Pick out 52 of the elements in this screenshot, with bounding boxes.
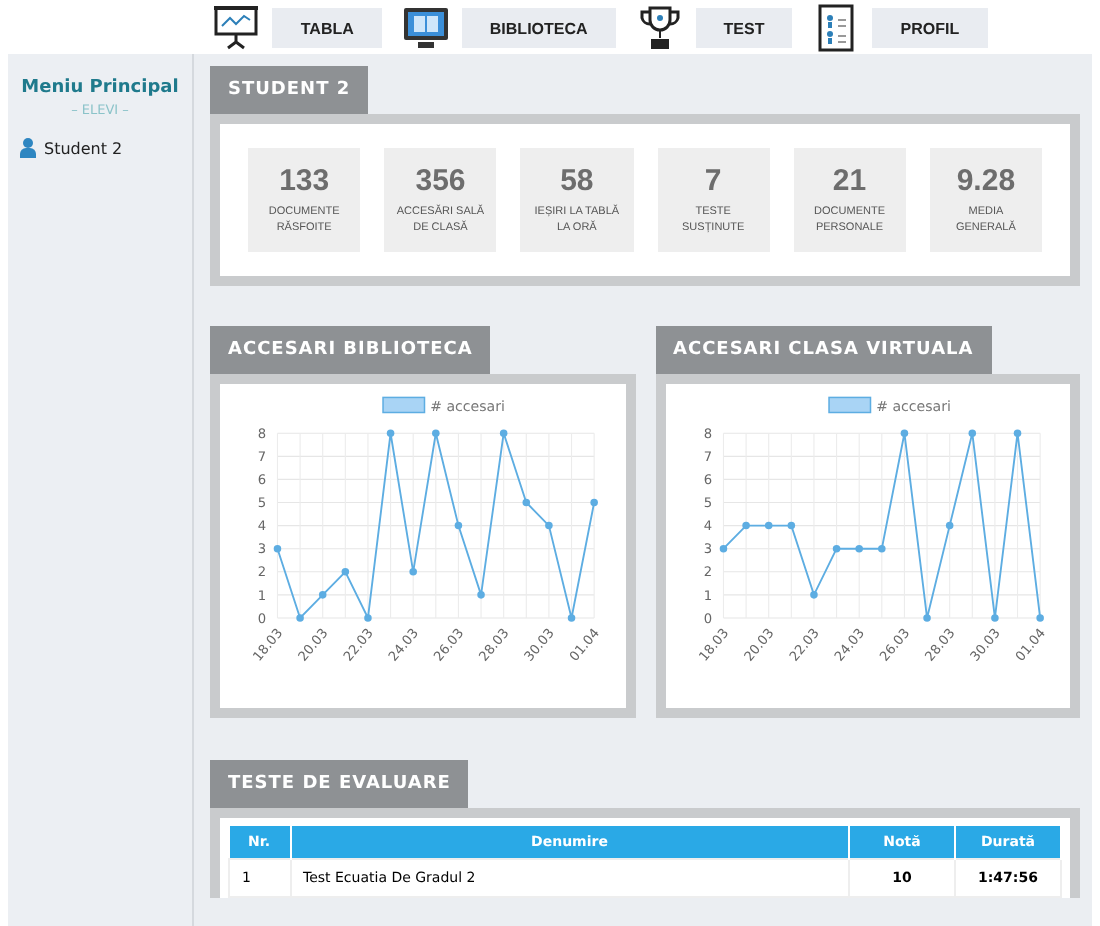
- data-point: [454, 521, 463, 530]
- data-point: [809, 591, 817, 599]
- data-point: [341, 568, 350, 576]
- data-point: [318, 591, 327, 599]
- nav-button[interactable]: TEST: [695, 7, 793, 47]
- stat-value: 9.28: [954, 164, 1018, 198]
- user-icon: [20, 138, 36, 158]
- data-point: [1012, 429, 1021, 437]
- nav-button[interactable]: BIBLIOTECA: [461, 7, 616, 47]
- stat-value: 21: [830, 164, 869, 198]
- data-point: [477, 591, 485, 599]
- data-point: [386, 429, 395, 437]
- data-point: [364, 614, 372, 622]
- legend-swatch: [827, 396, 871, 414]
- section-title: STUDENT 2: [210, 66, 369, 114]
- data-point: [786, 521, 795, 530]
- section-title: ACCESARI BIBLIOTECA: [210, 326, 491, 374]
- data-point: [273, 544, 282, 553]
- section-title: ACCESARI CLASA VIRTUALA: [655, 326, 992, 374]
- data-point: [1035, 614, 1043, 622]
- data-point: [877, 544, 885, 553]
- data-point: [409, 568, 417, 576]
- data-point: [854, 544, 862, 553]
- sidebar-title: Meniu Principal: [19, 78, 181, 98]
- data-point: [522, 498, 531, 507]
- data-point: [831, 544, 840, 553]
- data-point: [967, 429, 976, 437]
- stat-value: 133: [277, 164, 332, 198]
- trophy-icon[interactable]: [635, 3, 684, 51]
- data-point: [899, 429, 908, 437]
- data-point: [763, 521, 772, 530]
- data-point: [718, 544, 727, 553]
- sidebar-item[interactable]: Student 2: [44, 139, 123, 157]
- nav-button[interactable]: PROFIL: [872, 7, 988, 47]
- data-point: [741, 521, 749, 530]
- data-point: [990, 614, 998, 622]
- data-point: [432, 429, 440, 437]
- data-point: [922, 614, 930, 622]
- monitor-book-icon[interactable]: [401, 3, 450, 51]
- data-point: [499, 429, 508, 437]
- section-title: TESTE DE EVALUARE: [210, 760, 469, 808]
- stat-value: 356: [413, 164, 468, 198]
- data-point: [545, 521, 553, 530]
- data-point: [296, 614, 304, 622]
- stat-value: 58: [558, 164, 596, 198]
- nav-button[interactable]: TABLA: [272, 7, 382, 47]
- stat-value: 7: [702, 164, 724, 198]
- data-point: [590, 498, 598, 507]
- legend-swatch: [382, 396, 426, 414]
- data-point: [944, 521, 953, 530]
- data-point: [567, 614, 576, 622]
- presentation-board-icon[interactable]: [212, 3, 261, 51]
